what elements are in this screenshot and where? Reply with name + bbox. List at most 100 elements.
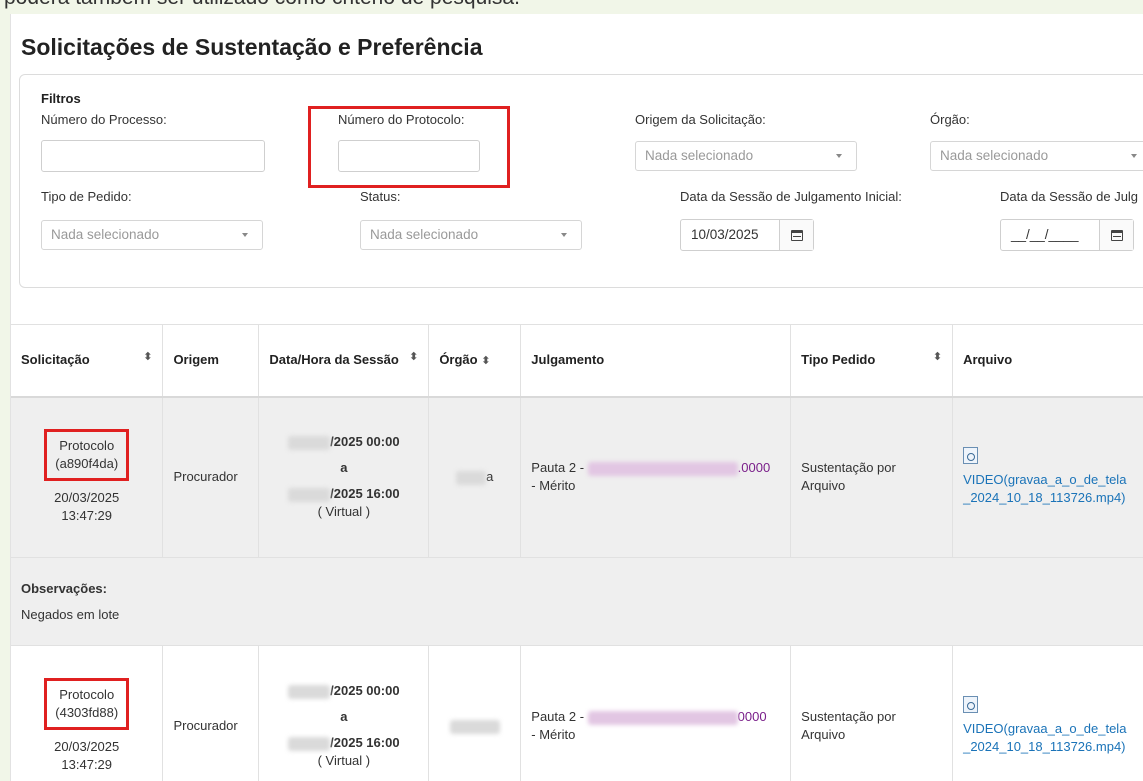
- sessao-inicio: /2025 00:00: [330, 683, 400, 698]
- data-inicial-label: Data da Sessão de Julgamento Inicial:: [680, 189, 902, 204]
- numero-processo-input[interactable]: [41, 140, 265, 172]
- orgao-select-value: Nada selecionado: [940, 148, 1049, 163]
- chevron-down-icon: [1131, 154, 1137, 158]
- julgamento-suffix[interactable]: 0000: [738, 709, 767, 724]
- col-header-julgamento: Julgamento: [520, 324, 792, 398]
- filters-panel: Filtros Número do Processo: Número do Pr…: [19, 74, 1143, 288]
- sessao-a: a: [340, 460, 348, 476]
- tipo-pedido-cell: Sustentação por Arquivo: [790, 396, 954, 558]
- table-row: Protocolo (4303fd88) 20/03/2025 13:47:29…: [11, 645, 1143, 781]
- sessao-cell: /2025 00:00 a /2025 16:00 ( Virtual ): [258, 396, 430, 558]
- orgao-label: Órgão:: [930, 112, 970, 127]
- tipo-pedido-cell: Sustentação por Arquivo: [790, 645, 954, 781]
- col-header-tipo-pedido-label: Tipo Pedido: [801, 352, 876, 368]
- protocolo-highlight-box: Protocolo (a890f4da): [44, 429, 130, 482]
- observacoes-label: Observações:: [21, 580, 107, 596]
- status-select-value: Nada selecionado: [370, 227, 479, 242]
- col-header-data-hora[interactable]: Data/Hora da Sessão ⬍: [258, 324, 430, 398]
- top-note-text: poderá também ser utilizado como critéri…: [0, 0, 1143, 10]
- origem-select[interactable]: Nada selecionado: [635, 141, 857, 171]
- page-title: Solicitações de Sustentação e Preferênci…: [21, 34, 483, 60]
- solicitacao-date: 20/03/2025: [54, 739, 120, 754]
- calendar-button[interactable]: [779, 220, 813, 250]
- arquivo-link[interactable]: VIDEO(gravaa_a_o_de_tela_2024_10_18_1137…: [963, 721, 1126, 754]
- arquivo-cell: VIDEO(gravaa_a_o_de_tela_2024_10_18_1137…: [952, 396, 1143, 558]
- status-select[interactable]: Nada selecionado: [360, 220, 582, 250]
- orgao-suffix: a: [486, 469, 494, 485]
- orgao-select[interactable]: Nada selecionado: [930, 141, 1143, 171]
- julgamento-suffix[interactable]: .0000: [738, 460, 771, 475]
- data-inicial-field[interactable]: 10/03/2025: [680, 219, 814, 251]
- observacoes-text: Negados em lote: [21, 606, 120, 622]
- origem-cell: Procurador: [162, 396, 260, 558]
- col-header-data-hora-label: Data/Hora da Sessão: [269, 352, 399, 368]
- sessao-inicio: /2025 00:00: [330, 434, 400, 450]
- tipo-pedido-select-value: Nada selecionado: [51, 227, 160, 242]
- protocolo-highlight-box: [308, 106, 510, 188]
- solicitacao-cell: Protocolo (4303fd88) 20/03/2025 13:47:29: [11, 645, 164, 781]
- arquivo-link[interactable]: VIDEO(gravaa_a_o_de_tela_2024_10_18_1137…: [963, 472, 1126, 505]
- protocolo-id: (4303fd88): [55, 705, 119, 720]
- col-header-solicitacao[interactable]: Solicitação ⬍: [11, 324, 164, 398]
- julgamento-tipo: - Mérito: [531, 727, 576, 742]
- origem-cell: Procurador: [162, 645, 260, 781]
- redacted-block: [456, 470, 487, 485]
- chevron-down-icon: [242, 233, 248, 237]
- video-file-icon[interactable]: [963, 447, 979, 465]
- sort-icon[interactable]: ⬍: [933, 351, 942, 363]
- sessao-fim: /2025 16:00: [330, 735, 400, 750]
- sessao-a: a: [340, 709, 348, 724]
- solicitacao-date: 20/03/2025: [54, 490, 120, 506]
- solicitacao-time: 13:47:29: [61, 757, 113, 772]
- col-header-tipo-pedido[interactable]: Tipo Pedido ⬍: [790, 324, 954, 398]
- protocolo-id: (a890f4da): [55, 456, 119, 472]
- origem-label: Origem da Solicitação:: [635, 112, 766, 127]
- calendar-icon: [1110, 229, 1123, 241]
- julgamento-prefix: Pauta 2 -: [531, 460, 585, 476]
- redacted-block: [587, 461, 738, 476]
- redacted-block: [449, 719, 500, 734]
- redacted-block: [288, 435, 331, 450]
- redacted-block: [288, 487, 331, 502]
- origem-select-value: Nada selecionado: [645, 148, 754, 163]
- solicitacao-cell: Protocolo (a890f4da) 20/03/2025 13:47:29: [11, 396, 164, 558]
- redacted-block: [288, 684, 331, 699]
- sort-icon[interactable]: ⬍: [481, 355, 490, 367]
- sort-icon[interactable]: ⬍: [143, 351, 152, 363]
- julgamento-tipo: - Mérito: [531, 478, 576, 494]
- tipo-pedido-select[interactable]: Nada selecionado: [41, 220, 263, 250]
- calendar-button[interactable]: [1099, 220, 1133, 250]
- solicitacoes-table: Solicitação ⬍ Origem Data/Hora da Sessão ⬍…: [11, 324, 1143, 781]
- protocolo-highlight-box: Protocolo (4303fd88): [44, 678, 130, 730]
- redacted-block: [587, 710, 738, 725]
- julgamento-prefix: Pauta 2 -: [531, 709, 585, 724]
- sort-icon[interactable]: ⬍: [409, 351, 418, 363]
- col-header-origem: Origem: [162, 324, 260, 398]
- numero-processo-label: Número do Processo:: [41, 112, 167, 127]
- observacoes-cell: Observações: Negados em lote: [11, 557, 1143, 646]
- protocolo-label: Protocolo: [59, 687, 115, 702]
- sessao-fim: /2025 16:00: [330, 486, 400, 502]
- julgamento-cell: Pauta 2 - .0000 - Mérito: [520, 396, 792, 558]
- solicitacao-time: 13:47:29: [61, 508, 113, 524]
- col-header-solicitacao-label: Solicitação: [21, 352, 90, 368]
- sessao-tipo: ( Virtual ): [317, 504, 371, 520]
- data-final-field[interactable]: __/__/____: [1000, 219, 1134, 251]
- chevron-down-icon: [561, 233, 567, 237]
- col-header-orgao-label: Órgão: [439, 352, 478, 368]
- sessao-cell: /2025 00:00 a /2025 16:00 ( Virtual ): [258, 645, 430, 781]
- tipo-pedido-label: Tipo de Pedido:: [41, 189, 132, 204]
- protocolo-label: Protocolo: [59, 438, 115, 454]
- arquivo-cell: VIDEO(gravaa_a_o_de_tela_2024_10_18_1137…: [952, 645, 1143, 781]
- data-final-label: Data da Sessão de Julg: [1000, 189, 1139, 204]
- data-final-input[interactable]: __/__/____: [1001, 220, 1099, 250]
- sessao-tipo: ( Virtual ): [317, 753, 371, 768]
- col-header-arquivo: Arquivo: [952, 324, 1143, 398]
- table-row: Protocolo (a890f4da) 20/03/2025 13:47:29…: [11, 396, 1143, 558]
- calendar-icon: [790, 229, 803, 241]
- chevron-down-icon: [836, 154, 842, 158]
- video-file-icon[interactable]: [963, 696, 979, 713]
- data-inicial-input[interactable]: 10/03/2025: [681, 220, 779, 250]
- col-header-orgao[interactable]: Órgão ⬍: [428, 324, 522, 398]
- table-header-row: Solicitação ⬍ Origem Data/Hora da Sessão ⬍…: [11, 324, 1143, 398]
